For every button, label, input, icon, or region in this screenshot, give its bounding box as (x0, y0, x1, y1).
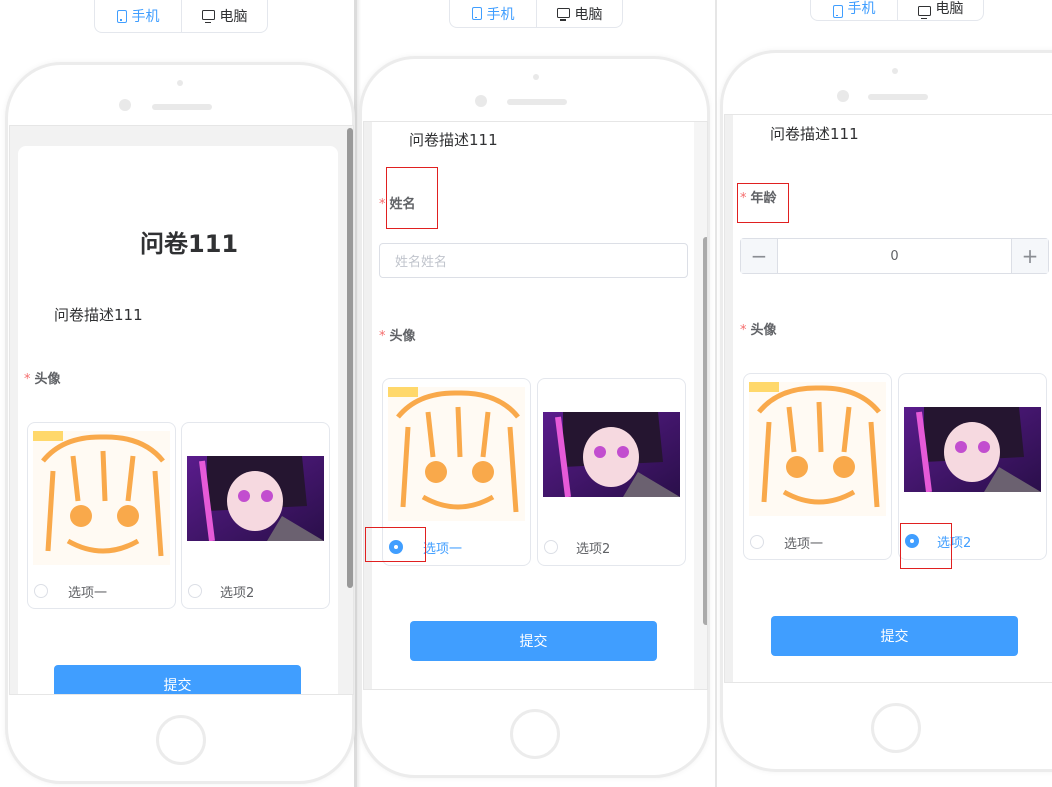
phone-screen: 问卷111 问卷描述111 * 头像 选项一 选项2 提交 (9, 125, 354, 695)
name-input[interactable]: 姓名姓名 (379, 243, 688, 278)
home-button[interactable] (156, 715, 206, 765)
avatar-field-label: * 头像 (740, 323, 777, 338)
camera (533, 74, 539, 80)
avatar-image-2 (543, 412, 680, 497)
mobile-label: 手机 (486, 6, 515, 23)
age-stepper: − 0 + (740, 238, 1049, 274)
sensor (119, 99, 131, 111)
avatar-option-1[interactable]: 选项一 (27, 422, 176, 609)
phone-icon (832, 5, 843, 18)
name-placeholder: 姓名姓名 (395, 255, 448, 270)
home-button[interactable] (871, 703, 921, 753)
desktop-view-button[interactable]: 电脑 (897, 0, 983, 20)
device-toggle: 手机 电脑 (94, 0, 268, 33)
device-toggle: 手机 电脑 (449, 0, 623, 28)
highlight-box (365, 527, 426, 562)
radio-option-1[interactable] (34, 584, 48, 598)
mobile-view-button[interactable]: 手机 (811, 0, 897, 20)
avatar-image-1 (33, 431, 170, 565)
scrollbar[interactable] (347, 128, 353, 588)
camera (892, 68, 898, 74)
radio-option-2[interactable] (544, 540, 558, 554)
avatar-image-1 (388, 387, 525, 521)
mobile-view-button[interactable]: 手机 (95, 0, 181, 32)
survey-card: 问卷111 问卷描述111 * 头像 选项一 选项2 提交 (18, 146, 338, 694)
avatar-option-2[interactable]: 选项2 (537, 378, 686, 566)
screen-edge (364, 122, 372, 689)
monitor-icon (201, 10, 215, 23)
highlight-box (737, 183, 789, 223)
submit-button[interactable]: 提交 (54, 665, 301, 694)
desktop-label: 电脑 (219, 9, 248, 25)
phone-icon (471, 7, 482, 20)
option-2-label: 选项2 (576, 542, 611, 557)
avatar-option-2[interactable]: 选项2 (181, 422, 330, 609)
desktop-label: 电脑 (935, 1, 964, 17)
avatar-image-2 (904, 407, 1041, 492)
camera (177, 80, 183, 86)
avatar-image-1 (749, 382, 886, 516)
desktop-view-button[interactable]: 电脑 (181, 0, 267, 32)
phone-icon (116, 9, 127, 23)
survey-description: 问卷描述111 (770, 125, 859, 143)
mobile-label: 手机 (131, 9, 160, 25)
radio-option-2[interactable] (188, 584, 202, 598)
option-1-label: 选项一 (784, 537, 824, 552)
avatar-field-label: * 头像 (24, 372, 61, 387)
monitor-icon (556, 7, 570, 21)
home-button[interactable] (510, 709, 560, 759)
survey-description: 问卷描述111 (54, 306, 143, 324)
submit-button[interactable]: 提交 (771, 616, 1018, 656)
radio-option-1[interactable] (750, 535, 764, 549)
submit-button[interactable]: 提交 (410, 621, 657, 661)
survey-description: 问卷描述111 (409, 131, 498, 149)
desktop-view-button[interactable]: 电脑 (536, 0, 622, 27)
age-value[interactable]: 0 (777, 239, 1012, 273)
option-1-label: 选项一 (68, 586, 108, 601)
increment-button[interactable]: + (1012, 239, 1048, 273)
scrollbar[interactable] (703, 237, 707, 625)
speaker (868, 94, 928, 100)
device-toggle: 手机 电脑 (810, 0, 984, 21)
monitor-icon (917, 6, 931, 19)
sensor (837, 90, 849, 102)
desktop-label: 电脑 (574, 6, 603, 23)
highlight-box (900, 523, 952, 569)
mobile-label: 手机 (847, 1, 876, 17)
highlight-box (386, 167, 438, 229)
column-divider (715, 0, 717, 787)
avatar-image-2 (187, 456, 324, 541)
decrement-button[interactable]: − (741, 239, 777, 273)
screen-edge (725, 115, 733, 682)
speaker (152, 104, 212, 110)
avatar-option-1[interactable]: 选项一 (743, 373, 892, 560)
speaker (507, 99, 567, 105)
option-1-label: 选项一 (423, 542, 463, 557)
survey-title: 问卷111 (140, 230, 239, 258)
mobile-view-button[interactable]: 手机 (450, 0, 536, 27)
option-2-label: 选项2 (220, 586, 255, 601)
sensor (475, 95, 487, 107)
avatar-field-label: * 头像 (379, 329, 416, 344)
